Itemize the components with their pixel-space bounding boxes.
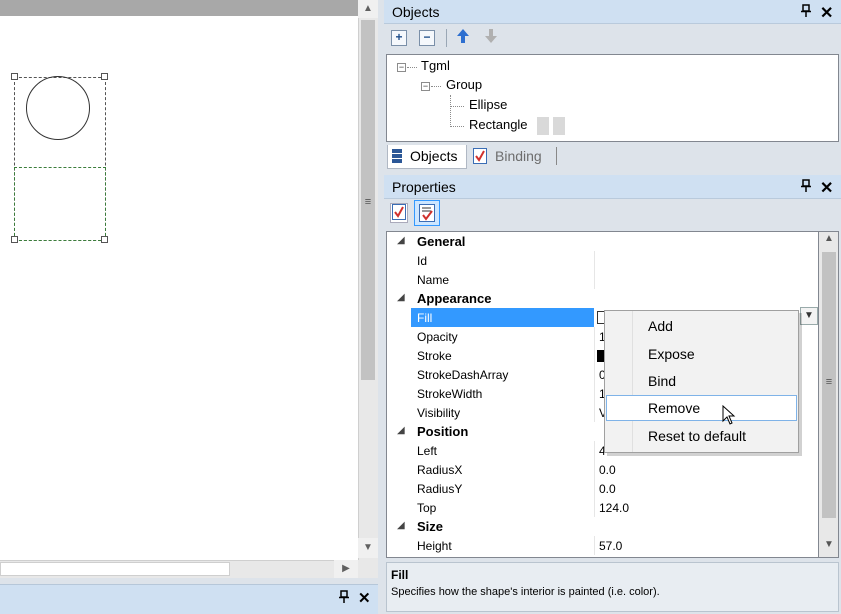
- categorized-view-icon[interactable]: [390, 203, 408, 223]
- properties-toolbar: [384, 199, 841, 229]
- tree-node-ellipse[interactable]: Ellipse: [469, 97, 507, 112]
- grip-icon: ≡: [825, 376, 833, 388]
- tab-objects[interactable]: Objects: [387, 145, 467, 169]
- canvas-top-bar: [0, 0, 358, 16]
- property-row-radiusx[interactable]: RadiusX 0.0: [387, 460, 818, 479]
- pin-icon[interactable]: [338, 590, 352, 606]
- objects-tab-icon: [392, 149, 402, 163]
- binding-tab-icon: [473, 148, 487, 164]
- scroll-corner: [358, 560, 378, 578]
- collapse-arrow-icon[interactable]: ◢: [397, 292, 405, 303]
- description-text: Specifies how the shape's interior is pa…: [391, 586, 660, 598]
- tab-binding-label: Binding: [495, 148, 542, 164]
- tab-binding[interactable]: Binding: [471, 147, 557, 167]
- objects-panel-title: Objects: [392, 4, 440, 20]
- resize-handle-top-left[interactable]: [11, 73, 18, 80]
- ellipse-shape[interactable]: [26, 76, 90, 140]
- rectangle-shape[interactable]: [14, 167, 106, 241]
- property-row-radiusy[interactable]: RadiusY 0.0: [387, 479, 818, 498]
- tree-node-rectangle[interactable]: Rectangle: [469, 117, 528, 132]
- property-row-height[interactable]: Height 57.0: [387, 536, 818, 555]
- tree-connector: [407, 67, 417, 68]
- category-general[interactable]: ◢ General: [387, 232, 818, 251]
- pin-icon[interactable]: [800, 4, 812, 21]
- alphabetical-view-icon[interactable]: [414, 200, 440, 226]
- properties-panel-title: Properties: [392, 179, 456, 195]
- close-icon[interactable]: ✕: [820, 178, 833, 198]
- tree-connector: [450, 95, 451, 127]
- expand-all-button[interactable]: +: [391, 30, 407, 46]
- description-title: Fill: [391, 568, 409, 582]
- grip-icon: ≡: [364, 196, 372, 208]
- tree-connector: [450, 126, 464, 127]
- tree-node-tgml[interactable]: Tgml: [421, 58, 450, 73]
- resize-handle-bottom-left[interactable]: [11, 236, 18, 243]
- tree-node-badge: [537, 117, 549, 135]
- scroll-down-icon[interactable]: ▼: [358, 538, 378, 558]
- collapse-icon[interactable]: −: [421, 82, 430, 91]
- tree-node-badge: [553, 117, 565, 135]
- resize-handle-top-right[interactable]: [101, 73, 108, 80]
- menu-item-bind[interactable]: Bind: [606, 368, 797, 394]
- tab-objects-label: Objects: [410, 148, 458, 164]
- bottom-panel-header: [0, 584, 378, 614]
- category-appearance[interactable]: ◢ Appearance: [387, 289, 818, 308]
- property-row-id[interactable]: Id: [387, 251, 818, 270]
- collapse-all-button[interactable]: −: [419, 30, 435, 46]
- tree-connector: [431, 86, 441, 87]
- tree-connector: [450, 106, 464, 107]
- move-up-icon[interactable]: [455, 28, 471, 46]
- mouse-cursor-icon: [722, 404, 738, 427]
- move-down-icon: [483, 28, 499, 46]
- chevron-down-icon[interactable]: ▼: [800, 307, 818, 325]
- scroll-up-icon[interactable]: ▲: [358, 0, 378, 18]
- menu-item-remove[interactable]: Remove: [606, 395, 797, 421]
- close-icon[interactable]: ✕: [358, 589, 372, 607]
- property-row-top[interactable]: Top 124.0: [387, 498, 818, 517]
- pin-icon[interactable]: [800, 179, 812, 196]
- category-size[interactable]: ◢ Size: [387, 517, 818, 536]
- collapse-arrow-icon[interactable]: ◢: [397, 520, 405, 531]
- objects-toolbar: [384, 24, 841, 54]
- toolbar-separator: [446, 29, 447, 47]
- resize-handle-bottom-right[interactable]: [101, 236, 108, 243]
- tree-node-group[interactable]: Group: [446, 77, 482, 92]
- collapse-arrow-icon[interactable]: ◢: [397, 235, 405, 246]
- tab-separator: [556, 147, 557, 165]
- canvas-hscroll-thumb[interactable]: [0, 562, 230, 576]
- objects-panel-header: [384, 0, 841, 24]
- close-icon[interactable]: ✕: [820, 3, 833, 23]
- menu-item-add[interactable]: Add: [606, 313, 797, 339]
- object-tree[interactable]: [386, 54, 839, 142]
- menu-item-expose[interactable]: Expose: [606, 341, 797, 367]
- scroll-down-icon[interactable]: ▼: [821, 539, 837, 555]
- menu-item-reset-to-default[interactable]: Reset to default: [606, 423, 797, 449]
- scroll-right-icon[interactable]: ▶: [334, 560, 358, 578]
- collapse-arrow-icon[interactable]: ◢: [397, 425, 405, 436]
- scroll-up-icon[interactable]: ▲: [821, 233, 837, 249]
- collapse-icon[interactable]: −: [397, 63, 406, 72]
- property-row-name[interactable]: Name: [387, 270, 818, 289]
